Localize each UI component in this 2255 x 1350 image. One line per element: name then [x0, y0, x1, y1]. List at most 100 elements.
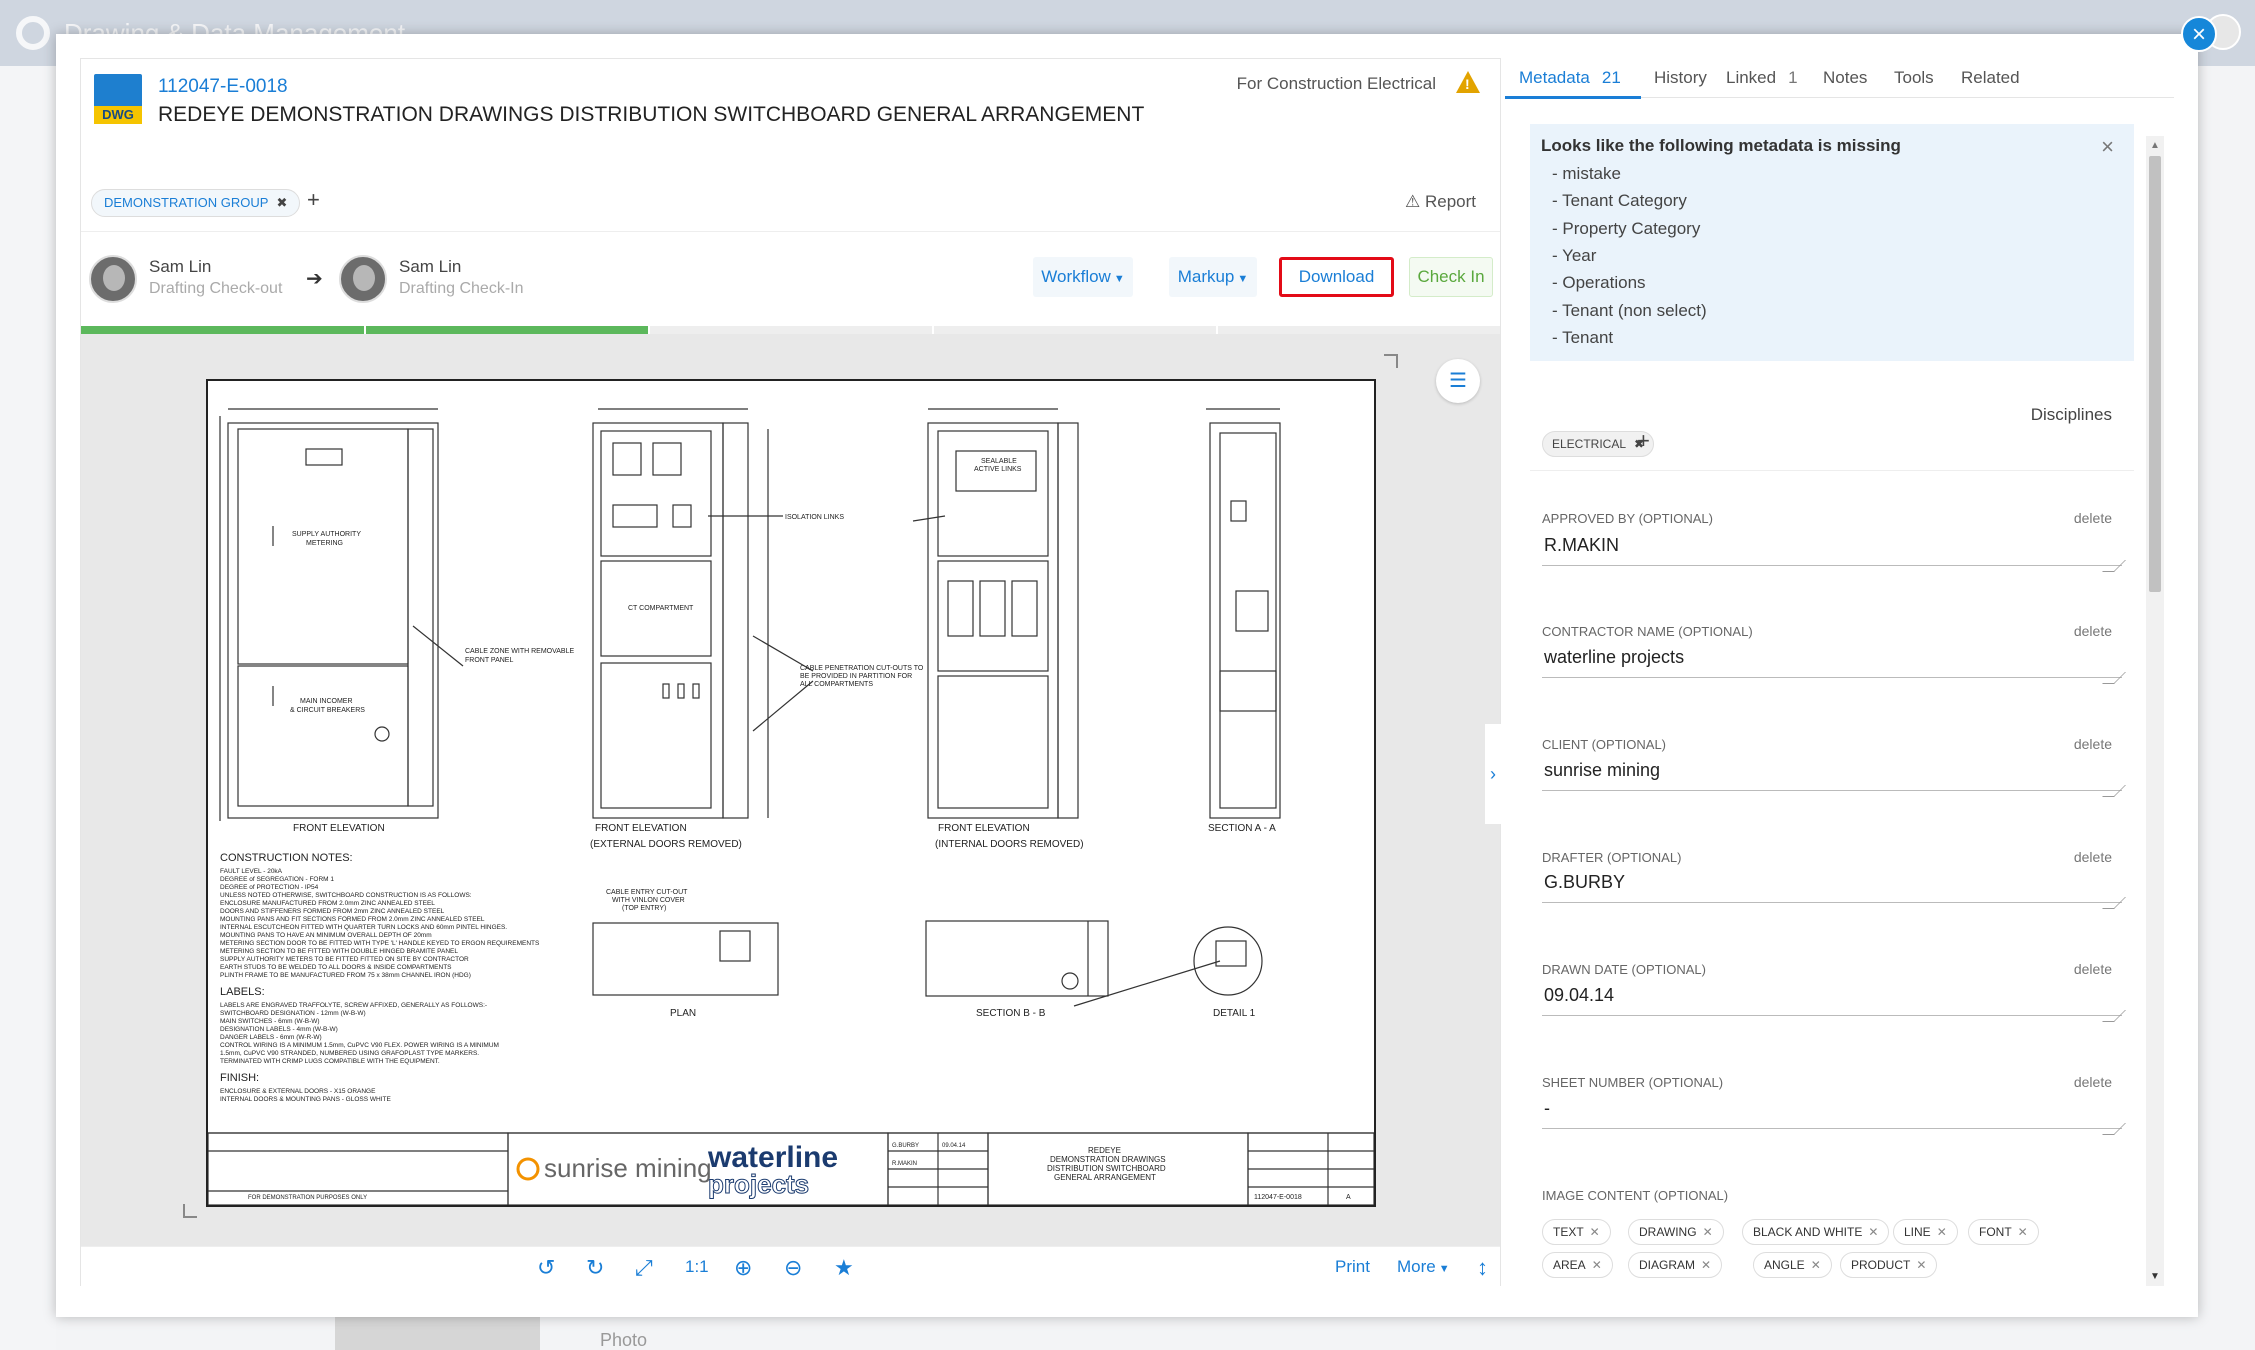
note-line: MOUNTING PANS TO HAVE AN MINIMUM OVERALL… [220, 932, 432, 939]
field-label: CLIENT (OPTIONAL) [1542, 737, 1667, 752]
note-line: TERMINATED WITH CRIMP LUGS COMPATIBLE WI… [220, 1058, 440, 1065]
metadata-scrollbar[interactable]: ▲ ▼ [2146, 136, 2164, 1286]
label-cable-zone: CABLE ZONE WITH REMOVABLE [465, 648, 574, 655]
label-active-links: ACTIVE LINKS [974, 466, 1022, 473]
disciplines-label: Disciplines [2030, 405, 2112, 424]
add-discipline-button[interactable]: + [1637, 428, 1650, 454]
delete-field-button[interactable]: delete [2074, 736, 2112, 752]
image-content-chip[interactable]: DIAGRAM ✕ [1628, 1252, 1723, 1278]
label-detail-1: DETAIL 1 [1213, 1008, 1256, 1019]
document-number[interactable]: 112047-E-0018 [158, 76, 288, 98]
tab-linked[interactable]: Linked 1 [1726, 68, 1798, 88]
finish-heading: FINISH: [220, 1072, 259, 1084]
add-group-button[interactable]: + [307, 187, 320, 213]
scroll-up-icon[interactable]: ▲ [2150, 140, 2160, 151]
missing-item: - Year [1552, 246, 1597, 265]
document-viewer-panel: DWG 112047-E-0018 REDEYE DEMONSTRATION D… [80, 58, 1501, 1286]
more-dropdown-button[interactable]: More ▼ [1397, 1257, 1450, 1277]
tab-history[interactable]: History [1654, 68, 1707, 88]
download-button[interactable]: Download [1279, 257, 1394, 297]
workflow-label: Workflow [1041, 267, 1111, 286]
drawing-title-1: REDEYE [1088, 1146, 1121, 1155]
delete-field-button[interactable]: delete [2074, 961, 2112, 977]
tab-metadata[interactable]: Metadata 21 [1519, 68, 1621, 88]
gear-icon[interactable] [16, 16, 50, 50]
divider [81, 231, 1500, 232]
remove-tag-icon[interactable]: ✖ [276, 195, 287, 210]
construction-notes: FAULT LEVEL - 20kADEGREE of SEGREGATION … [220, 868, 540, 979]
label-notes: LABELS ARE ENGRAVED TRAFFOLYTE, SCREW AF… [220, 1002, 499, 1065]
print-button[interactable]: Print [1335, 1257, 1370, 1277]
image-content-chip[interactable]: PRODUCT ✕ [1840, 1252, 1938, 1278]
image-content-chip[interactable]: ANGLE ✕ [1753, 1252, 1832, 1278]
label-ct-compartment: CT COMPARTMENT [628, 605, 694, 612]
labels-heading: LABELS: [220, 986, 265, 998]
label-internal-doors: (INTERNAL DOORS REMOVED) [935, 839, 1084, 850]
report-link[interactable]: ⚠ Report [1405, 192, 1476, 212]
contractor-name-field[interactable] [1542, 638, 2122, 678]
drawn-date-field[interactable] [1542, 976, 2122, 1016]
background-label: Photo [600, 1330, 648, 1350]
image-content-chip[interactable]: DRAWING ✕ [1628, 1219, 1724, 1245]
missing-item: - Operations [1552, 273, 1646, 292]
note-line: DANGER LABELS - 6mm (W-R-W) [220, 1034, 322, 1041]
note-line: LABELS ARE ENGRAVED TRAFFOLYTE, SCREW AF… [220, 1002, 487, 1009]
note-line: MAIN SWITCHES - 6mm (W-B-W) [220, 1018, 320, 1025]
close-modal-button[interactable]: × [2181, 16, 2217, 52]
document-status: For Construction Electrical [1236, 74, 1436, 93]
star-icon[interactable]: ★ [834, 1255, 854, 1281]
image-content-chip[interactable]: BLACK AND WHITE ✕ [1742, 1219, 1890, 1245]
rotate-right-icon[interactable]: ↻ [586, 1255, 604, 1281]
client-logo: sunrise mining [544, 1153, 712, 1183]
divider [1530, 470, 2134, 471]
approved-by-field[interactable] [1542, 526, 2122, 566]
warning-icon[interactable]: ! [1456, 71, 1480, 93]
note-line: CONTROL WIRING IS A MINIMUM 1.5mm, CuPVC… [220, 1042, 499, 1049]
list-view-button[interactable]: ☰ [1436, 359, 1480, 403]
image-content-chip[interactable]: AREA ✕ [1542, 1252, 1613, 1278]
image-content-chip[interactable]: LINE ✕ [1893, 1219, 1958, 1245]
approved-by: R.MAKIN [892, 1161, 917, 1167]
fit-screen-icon[interactable]: ⤢ [635, 1255, 653, 1281]
delete-field-button[interactable]: delete [2074, 623, 2112, 639]
actual-size-button[interactable]: 1:1 [685, 1257, 709, 1277]
label-plan: PLAN [670, 1008, 696, 1019]
scroll-thumb[interactable] [2149, 156, 2161, 592]
tab-notes[interactable]: Notes [1823, 68, 1867, 88]
sheet-number-field[interactable] [1542, 1089, 2122, 1129]
tab-related[interactable]: Related [1961, 68, 2020, 88]
image-content-chip[interactable]: FONT ✕ [1968, 1219, 2039, 1245]
checkout-person-role: Drafting Check-out [149, 280, 283, 297]
more-label: More [1397, 1257, 1436, 1276]
report-label: Report [1424, 192, 1476, 211]
checkout-person-name: Sam Lin [149, 257, 212, 276]
markup-dropdown-button[interactable]: Markup ▼ [1169, 257, 1257, 297]
checkin-person-name: Sam Lin [399, 257, 462, 276]
drawing-viewer[interactable]: FRONT ELEVATION FRONT ELEVATION (EXTERNA… [81, 334, 1501, 1246]
construction-notes-heading: CONSTRUCTION NOTES: [220, 852, 353, 864]
note-line: DEGREE of PROTECTION - IP54 [220, 884, 319, 891]
zoom-in-icon[interactable]: ⊕ [734, 1255, 752, 1281]
label-vinlon: WITH VINLON COVER [612, 897, 685, 904]
tab-tools[interactable]: Tools [1894, 68, 1934, 88]
linked-count: 1 [1788, 68, 1798, 87]
metadata-tabs: Metadata 21 History Linked 1 Notes Tools R… [1505, 58, 2174, 99]
close-alert-icon[interactable]: × [2101, 134, 2114, 160]
image-content-chip[interactable]: TEXT ✕ [1542, 1219, 1611, 1245]
expand-panel-chevron-icon[interactable]: › [1485, 724, 1501, 824]
drawing-title-3: DISTRIBUTION SWITCHBOARD [1047, 1164, 1166, 1173]
drafter-field[interactable] [1542, 863, 2122, 903]
workflow-dropdown-button[interactable]: Workflow ▼ [1033, 257, 1133, 297]
delete-field-button[interactable]: delete [2074, 1074, 2112, 1090]
note-line: SUPPLY AUTHORITY METERS TO BE FITTED FIT… [220, 956, 469, 963]
metadata-scroll-area[interactable]: Looks like the following metadata is mis… [1505, 98, 2174, 1286]
delete-field-button[interactable]: delete [2074, 510, 2112, 526]
check-in-button[interactable]: Check In [1409, 257, 1493, 297]
zoom-out-icon[interactable]: ⊖ [784, 1255, 802, 1281]
rotate-left-icon[interactable]: ↺ [537, 1255, 555, 1281]
client-field[interactable] [1542, 751, 2122, 791]
vertical-resize-icon[interactable]: ↕ [1477, 1255, 1488, 1281]
scroll-down-icon[interactable]: ▼ [2150, 1271, 2160, 1282]
group-tag[interactable]: DEMONSTRATION GROUP ✖ [91, 189, 301, 217]
note-line: PLINTH FRAME TO BE MANUFACTURED FROM 75 … [220, 972, 471, 979]
